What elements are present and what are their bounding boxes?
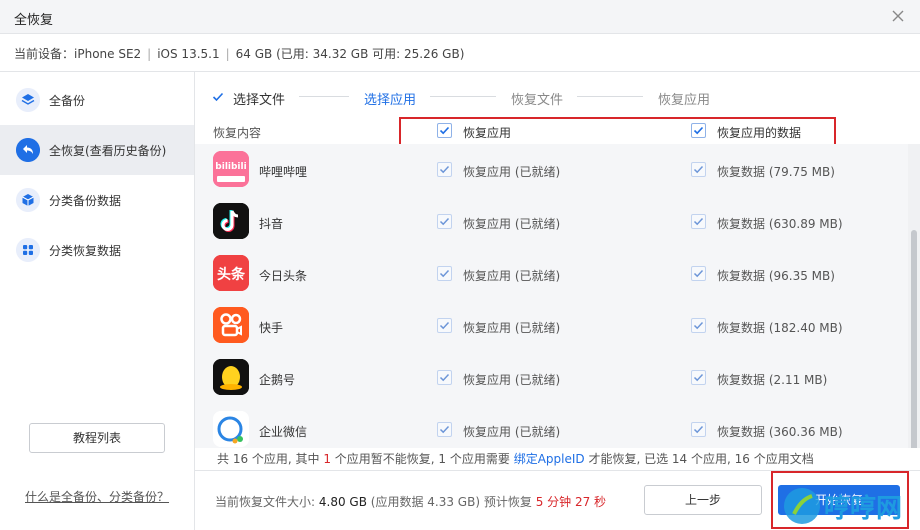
column-restore-data: 恢复应用的数据: [717, 126, 802, 140]
watermark-text: 哼哼网: [824, 494, 903, 524]
title-bar: 全恢复: [0, 0, 920, 34]
sidebar-item-label: 分类备份数据: [49, 194, 122, 208]
layers-icon: [16, 88, 40, 112]
summary-text: 才能恢复, 已选 14 个应用, 16 个应用文档: [584, 452, 814, 466]
app-restore-checkbox[interactable]: [437, 370, 452, 385]
size-value: 4.80 GB: [318, 495, 367, 509]
help-link[interactable]: 什么是全备份、分类备份？: [25, 488, 169, 505]
kuaishou-icon: [213, 307, 249, 343]
summary-text: 共 16 个应用, 其中: [217, 452, 324, 466]
eta-label: 预计恢复: [483, 495, 532, 509]
sidebar-item-label: 分类恢复数据: [49, 244, 122, 258]
device-ios: iOS 13.5.1: [157, 47, 220, 61]
table-row: 头条 今日头条 恢复应用 (已就绪) 恢复数据 (96.35 MB): [195, 249, 907, 301]
app-name: 抖音: [259, 217, 284, 231]
douyin-icon: [213, 203, 249, 239]
data-restore-status: 恢复数据 (360.36 MB): [717, 425, 843, 439]
select-all-app-checkbox[interactable]: [437, 123, 452, 138]
app-restore-checkbox[interactable]: [437, 162, 452, 177]
sidebar-item-label: 全恢复(查看历史备份): [49, 144, 167, 158]
restore-content-label: 恢复内容: [213, 126, 262, 140]
data-restore-checkbox[interactable]: [691, 318, 706, 333]
previous-step-button[interactable]: 上一步: [644, 485, 762, 515]
check-icon: [212, 92, 224, 102]
tutorial-list-button[interactable]: 教程列表: [29, 423, 165, 453]
step-divider: [430, 96, 496, 97]
step-select-app: 选择应用: [364, 93, 417, 108]
app-restore-status: 恢复应用 (已就绪): [463, 373, 561, 387]
device-model: iPhone SE2: [74, 47, 142, 61]
cube-icon: [16, 188, 40, 212]
select-all-data-checkbox[interactable]: [691, 123, 706, 138]
table-header: 恢复内容 恢复应用 恢复应用的数据: [195, 117, 920, 149]
penguin-icon: [213, 359, 249, 395]
table-row: 抖音 恢复应用 (已就绪) 恢复数据 (630.89 MB): [195, 197, 907, 249]
bind-appleid-link[interactable]: 绑定AppleID: [514, 452, 585, 466]
app-restore-status: 恢复应用 (已就绪): [463, 269, 561, 283]
data-restore-checkbox[interactable]: [691, 422, 706, 437]
grid-icon: [16, 238, 40, 262]
app-name: 哔哩哔哩: [259, 165, 308, 179]
sidebar-item-category-backup[interactable]: 分类备份数据: [0, 175, 194, 225]
app-name: 企鹅号: [259, 373, 296, 387]
data-restore-checkbox[interactable]: [691, 162, 706, 177]
wecom-icon: [213, 411, 249, 447]
eta-value: 5 分钟 27 秒: [535, 495, 607, 509]
data-restore-checkbox[interactable]: [691, 370, 706, 385]
step-restore-file: 恢复文件: [511, 93, 564, 108]
size-detail: (应用数据 4.33 GB): [370, 495, 481, 509]
app-name: 企业微信: [259, 425, 308, 439]
data-restore-status: 恢复数据 (79.75 MB): [717, 165, 835, 179]
app-restore-status: 恢复应用 (已就绪): [463, 165, 561, 179]
summary-line: 共 16 个应用, 其中 1 个应用暂不能恢复, 1 个应用需要 绑定Apple…: [195, 448, 920, 470]
app-restore-checkbox[interactable]: [437, 214, 452, 229]
restore-size-info: 当前恢复文件大小: 4.80 GB (应用数据 4.33 GB) 预计恢复 5 …: [215, 493, 606, 510]
summary-unavailable-count: 1: [323, 452, 331, 466]
sidebar: 全备份 全恢复(查看历史备份) 分类备份数据 分类恢复数据 教程列表 什么是全备…: [0, 72, 195, 530]
app-restore-status: 恢复应用 (已就绪): [463, 217, 561, 231]
app-restore-checkbox[interactable]: [437, 266, 452, 281]
step-divider: [577, 96, 643, 97]
step-indicator: 选择文件 选择应用 恢复文件 恢复应用: [195, 72, 920, 118]
toutiao-icon: 头条: [213, 255, 249, 291]
device-storage: 64 GB (已用: 34.32 GB 可用: 25.26 GB): [235, 47, 465, 61]
data-restore-status: 恢复数据 (96.35 MB): [717, 269, 835, 283]
data-restore-status: 恢复数据 (2.11 MB): [717, 373, 828, 387]
data-restore-status: 恢复数据 (630.89 MB): [717, 217, 843, 231]
app-name: 今日头条: [259, 269, 308, 283]
step-restore-app: 恢复应用: [658, 93, 711, 108]
table-row: 快手 恢复应用 (已就绪) 恢复数据 (182.40 MB): [195, 301, 907, 353]
svg-text:bilibili: bilibili: [215, 162, 246, 172]
summary-text: 个应用暂不能恢复, 1 个应用需要: [330, 452, 514, 466]
sidebar-item-label: 全备份: [49, 94, 86, 108]
sidebar-item-full-restore[interactable]: 全恢复(查看历史备份): [0, 125, 194, 175]
sidebar-item-full-backup[interactable]: 全备份: [0, 75, 194, 125]
table-row: 企鹅号 恢复应用 (已就绪) 恢复数据 (2.11 MB): [195, 353, 907, 405]
restore-icon: [16, 138, 40, 162]
bilibili-icon: bilibili: [213, 151, 249, 187]
data-restore-status: 恢复数据 (182.40 MB): [717, 321, 843, 335]
svg-text:头条: 头条: [217, 266, 246, 283]
data-restore-checkbox[interactable]: [691, 214, 706, 229]
size-label: 当前恢复文件大小:: [215, 495, 316, 509]
app-restore-status: 恢复应用 (已就绪): [463, 321, 561, 335]
step-divider: [299, 96, 349, 97]
app-name: 快手: [259, 321, 284, 335]
device-info: 当前设备：iPhone SE2 | iOS 13.5.1 | 64 GB (已用: 34…: [14, 47, 465, 61]
app-restore-checkbox[interactable]: [437, 422, 452, 437]
close-icon[interactable]: [888, 6, 908, 26]
data-restore-checkbox[interactable]: [691, 266, 706, 281]
device-label: 当前设备：: [14, 47, 75, 61]
column-restore-app: 恢复应用: [463, 126, 512, 140]
step-select-file: 选择文件: [233, 93, 286, 108]
app-restore-status: 恢复应用 (已就绪): [463, 425, 561, 439]
window-title: 全恢复: [14, 13, 54, 28]
sidebar-item-category-restore[interactable]: 分类恢复数据: [0, 225, 194, 275]
scroll-thumb[interactable]: [911, 230, 917, 455]
device-info-bar: 当前设备：iPhone SE2 | iOS 13.5.1 | 64 GB (已用: 34…: [0, 34, 920, 72]
main-panel: 选择文件 选择应用 恢复文件 恢复应用 恢复内容 恢复应用 恢复应用的数据 bi…: [195, 72, 920, 530]
watermark: 哼哼网: [778, 482, 920, 530]
app-restore-checkbox[interactable]: [437, 318, 452, 333]
table-row: bilibili 哔哩哔哩 恢复应用 (已就绪) 恢复数据 (79.75 MB): [195, 145, 907, 197]
